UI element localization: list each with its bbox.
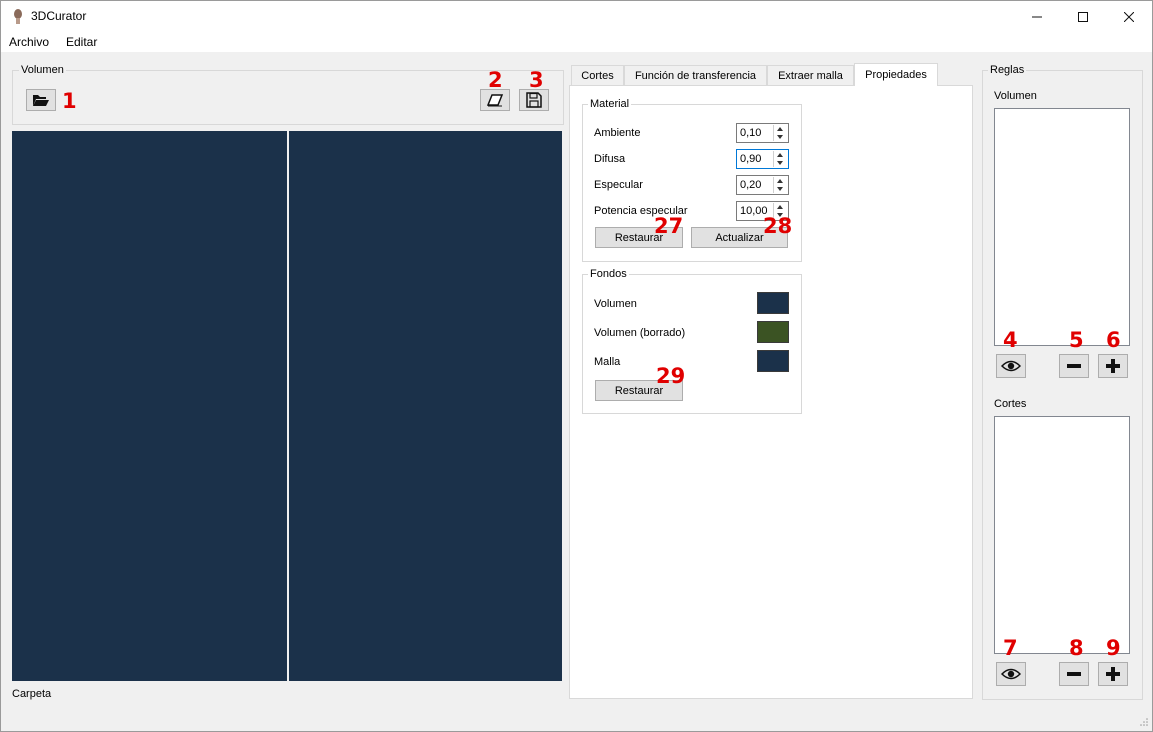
eraser-button[interactable] [480, 89, 510, 111]
annotation-28: 28 [763, 214, 793, 238]
tab-cortes[interactable]: Cortes [571, 65, 624, 85]
difusa-spinbox[interactable]: 0,90 [736, 149, 789, 169]
annotation-6: 6 [1106, 328, 1121, 352]
spin-arrows-icon[interactable] [773, 151, 787, 167]
especular-spinbox[interactable]: 0,20 [736, 175, 789, 195]
menu-archivo[interactable]: Archivo [9, 35, 49, 49]
tab-propiedades[interactable]: Propiedades [854, 63, 938, 86]
material-group-title: Material [588, 98, 632, 110]
folder-open-icon [33, 95, 49, 106]
annotation-7: 7 [1003, 636, 1018, 660]
cuts-visibility-button[interactable] [996, 662, 1026, 686]
status-folder: Carpeta [12, 688, 52, 700]
fondo-volumen-borrado-label: Volumen (borrado) [594, 327, 686, 339]
minus-icon [1067, 364, 1081, 368]
resize-grip-icon[interactable] [1139, 717, 1149, 727]
save-button[interactable] [519, 89, 549, 111]
save-icon [526, 92, 542, 108]
open-folder-button[interactable] [26, 89, 56, 111]
fondo-volumen-color-button[interactable] [757, 292, 789, 314]
volume-visibility-button[interactable] [996, 354, 1026, 378]
volume-add-rule-button[interactable] [1098, 354, 1128, 378]
app-window: 3DCurator Archivo Editar Volumen 1 2 3 C… [0, 0, 1153, 732]
fondo-malla-color-button[interactable] [757, 350, 789, 372]
app-icon [14, 9, 22, 24]
menu-editar[interactable]: Editar [66, 35, 97, 49]
annotation-8: 8 [1069, 636, 1084, 660]
ambiente-label: Ambiente [594, 127, 641, 139]
tab-funcion-transferencia[interactable]: Función de transferencia [624, 65, 767, 85]
ambiente-spinbox[interactable]: 0,10 [736, 123, 789, 143]
annotation-5: 5 [1069, 328, 1084, 352]
volume-remove-rule-button[interactable] [1059, 354, 1089, 378]
minimize-icon [1032, 16, 1042, 17]
tab-extraer-malla[interactable]: Extraer malla [767, 65, 854, 85]
plus-icon [1106, 359, 1120, 373]
annotation-27: 27 [654, 214, 684, 238]
title-bar: 3DCurator [1, 1, 1152, 32]
window-title: 3DCurator [31, 9, 87, 23]
fondo-malla-label: Malla [594, 356, 621, 368]
eraser-icon [486, 94, 504, 107]
rules-group-title: Reglas [988, 64, 1027, 76]
annotation-9: 9 [1106, 636, 1121, 660]
plus-icon [1106, 667, 1120, 681]
annotation-29: 29 [656, 364, 686, 388]
spin-arrows-icon[interactable] [773, 177, 787, 193]
especular-label: Especular [594, 179, 643, 191]
cuts-remove-rule-button[interactable] [1059, 662, 1089, 686]
rules-volume-title: Volumen [994, 90, 1037, 102]
annotation-1: 1 [62, 89, 77, 113]
minus-icon [1067, 672, 1081, 676]
rules-volume-list[interactable] [994, 108, 1130, 346]
maximize-button[interactable] [1060, 1, 1106, 32]
volume-group-title: Volumen [19, 64, 66, 76]
volume-viewport-left[interactable] [12, 131, 287, 681]
close-icon [1124, 11, 1134, 22]
spin-arrows-icon[interactable] [773, 125, 787, 141]
close-button[interactable] [1106, 1, 1152, 32]
rules-cuts-list[interactable] [994, 416, 1130, 654]
annotation-2: 2 [488, 68, 503, 92]
cuts-add-rule-button[interactable] [1098, 662, 1128, 686]
menu-bar: Archivo Editar [1, 32, 1152, 52]
annotation-4: 4 [1003, 328, 1018, 352]
maximize-icon [1078, 11, 1088, 22]
eye-icon [1001, 668, 1021, 680]
eye-icon [1001, 360, 1021, 372]
properties-panel: Material Ambiente 0,10 Difusa 0,90 Espec… [569, 85, 973, 699]
minimize-button[interactable] [1014, 1, 1060, 32]
fondo-volumen-label: Volumen [594, 298, 637, 310]
rules-cuts-title: Cortes [994, 398, 1027, 410]
volume-viewport-right[interactable] [289, 131, 562, 681]
annotation-3: 3 [529, 68, 544, 92]
fondo-volumen-borrado-color-button[interactable] [757, 321, 789, 343]
fondos-group-title: Fondos [588, 268, 629, 280]
difusa-label: Difusa [594, 153, 626, 165]
